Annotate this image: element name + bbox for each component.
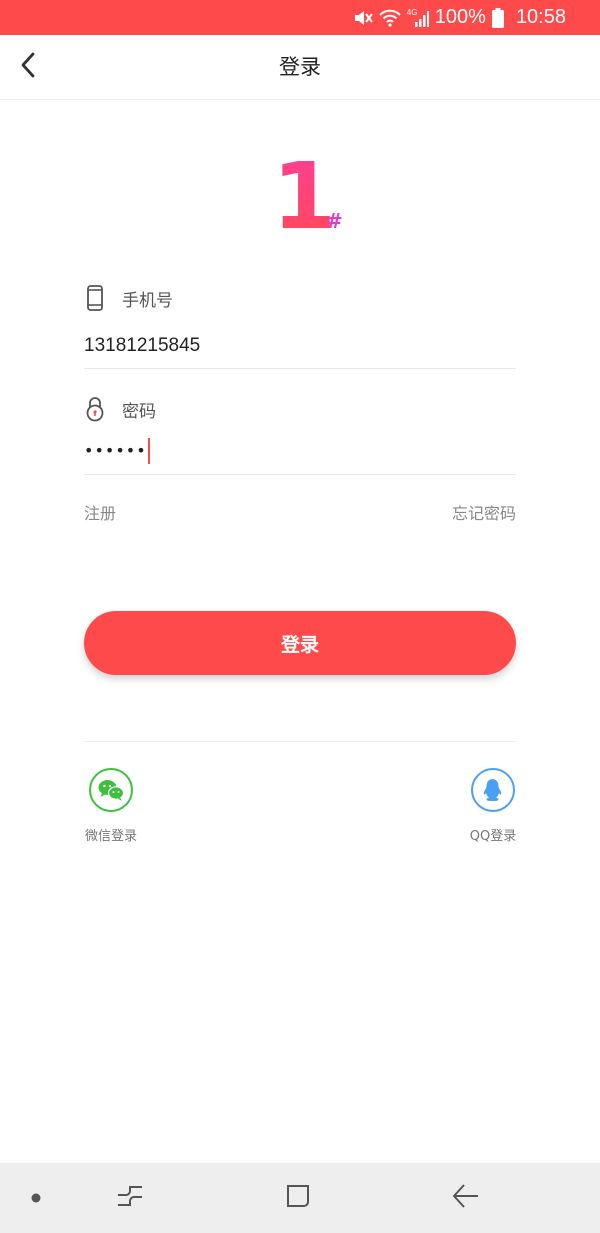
home-icon xyxy=(285,1183,311,1213)
logo-symbol: # xyxy=(326,209,343,233)
login-button[interactable]: 登录 xyxy=(84,611,516,675)
back-arrow-icon xyxy=(452,1183,480,1213)
page-title: 登录 xyxy=(279,55,321,79)
register-link[interactable]: 注册 xyxy=(84,500,116,524)
phone-label-row: 手机号 xyxy=(84,285,173,311)
battery-percent: 100% xyxy=(434,6,486,28)
status-bar: 4G 100% 10:58 xyxy=(0,0,600,35)
battery-icon xyxy=(491,7,504,28)
dot-icon xyxy=(30,1189,42,1208)
status-icons: 4G 100% 10:58 xyxy=(353,0,566,35)
signal-icon: 4G xyxy=(407,8,429,28)
recents-icon xyxy=(116,1184,144,1212)
wechat-login-label: 微信登录 xyxy=(84,829,137,844)
phone-label: 手机号 xyxy=(122,290,173,311)
wechat-icon xyxy=(89,768,133,812)
password-field[interactable]: •••••• xyxy=(84,432,516,475)
password-label-row: 密码 xyxy=(84,396,156,422)
phone-icon xyxy=(84,285,106,311)
wifi-icon xyxy=(379,9,401,27)
nav-bar: 登录 xyxy=(0,35,600,100)
home-key[interactable] xyxy=(268,1163,328,1233)
clock: 10:58 xyxy=(515,6,566,28)
wechat-login-button[interactable]: 微信登录 xyxy=(84,768,138,844)
qq-icon xyxy=(471,768,515,812)
recents-key[interactable] xyxy=(100,1163,160,1233)
lock-icon xyxy=(84,396,106,422)
password-label: 密码 xyxy=(122,401,156,422)
system-nav-bar xyxy=(0,1163,600,1233)
password-masked-value: •••••• xyxy=(84,441,147,460)
back-key[interactable] xyxy=(436,1163,496,1233)
app-logo: 1 # xyxy=(270,143,350,250)
mute-icon xyxy=(353,9,373,27)
qq-login-button[interactable]: QQ登录 xyxy=(468,768,518,844)
phone-input[interactable] xyxy=(84,326,516,366)
nav-dot-key[interactable] xyxy=(6,1163,66,1233)
text-cursor xyxy=(147,438,150,464)
phone-field[interactable] xyxy=(84,326,516,369)
qq-login-label: QQ登录 xyxy=(469,829,517,844)
forgot-password-link[interactable]: 忘记密码 xyxy=(452,500,516,524)
password-input[interactable]: •••••• xyxy=(84,438,150,464)
divider xyxy=(84,741,516,742)
